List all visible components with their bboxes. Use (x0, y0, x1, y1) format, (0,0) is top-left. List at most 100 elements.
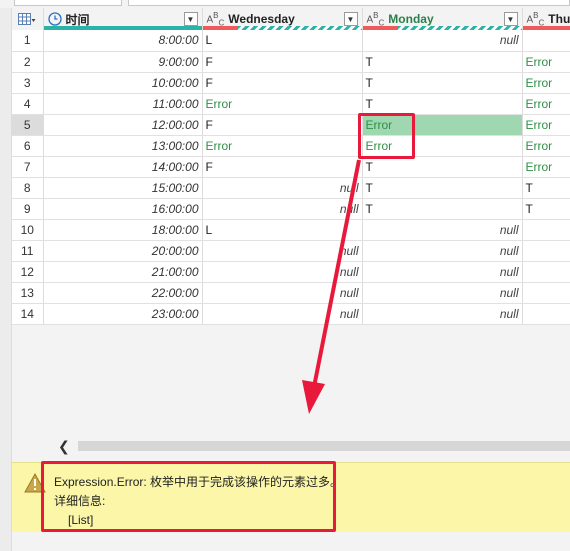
scroll-left-arrow-icon[interactable]: ❮ (58, 438, 70, 455)
cell-monday[interactable]: T (362, 51, 523, 73)
cell-thursday[interactable]: T (522, 198, 570, 220)
cell-monday[interactable]: T (362, 93, 523, 115)
cell-wednesday[interactable]: F (202, 156, 363, 178)
cell-time[interactable]: 13:00:00 (43, 135, 203, 157)
row-number[interactable]: 7 (12, 156, 44, 178)
cell-wednesday[interactable]: null (202, 261, 363, 283)
cell-monday[interactable]: null (362, 303, 523, 325)
table-row[interactable]: 11 20:00:00 null null (12, 240, 570, 262)
row-number[interactable]: 11 (12, 240, 44, 262)
column-filter-dropdown[interactable]: ▼ (183, 12, 198, 26)
cell-monday[interactable]: null (362, 219, 523, 241)
cell-wednesday[interactable]: null (202, 303, 363, 325)
column-quality-bar (202, 26, 361, 30)
cell-monday[interactable]: T (362, 198, 523, 220)
table-row[interactable]: 14 23:00:00 null null (12, 303, 570, 325)
cell-wednesday[interactable]: F (202, 72, 363, 94)
table-row[interactable]: 8 15:00:00 null T T (12, 177, 570, 199)
cell-wednesday[interactable]: F (202, 51, 363, 73)
horizontal-scrollbar[interactable]: ❮ (44, 438, 570, 454)
row-number[interactable]: 3 (12, 72, 44, 94)
table-menu-button[interactable] (12, 8, 44, 30)
cell-time[interactable]: 21:00:00 (43, 261, 203, 283)
cell-thursday[interactable] (522, 282, 570, 304)
cell-time[interactable]: 10:00:00 (43, 72, 203, 94)
cell-time[interactable]: 12:00:00 (43, 114, 203, 136)
cell-wednesday[interactable]: L (202, 30, 363, 52)
table-row[interactable]: 4 11:00:00 Error T Error (12, 93, 570, 115)
row-number[interactable]: 4 (12, 93, 44, 115)
cell-wednesday[interactable]: L (202, 219, 363, 241)
cell-wednesday[interactable]: null (202, 198, 363, 220)
cell-monday[interactable]: T (362, 177, 523, 199)
cell-time[interactable]: 20:00:00 (43, 240, 203, 262)
cell-time[interactable]: 14:00:00 (43, 156, 203, 178)
cell-time[interactable]: 9:00:00 (43, 51, 203, 73)
cell-monday[interactable]: Error (362, 135, 523, 157)
table-row[interactable]: 1 8:00:00 L null (12, 30, 570, 52)
queries-pane-collapsed[interactable] (0, 8, 12, 551)
cell-thursday[interactable] (522, 303, 570, 325)
table-row[interactable]: 3 10:00:00 F T Error (12, 72, 570, 94)
row-number[interactable]: 13 (12, 282, 44, 304)
cell-monday[interactable]: T (362, 72, 523, 94)
cell-thursday[interactable] (522, 30, 570, 52)
cell-thursday[interactable] (522, 261, 570, 283)
table-icon (18, 12, 36, 25)
column-header-monday[interactable]: ABC Monday ▼ (362, 8, 523, 30)
table-row[interactable]: 12 21:00:00 null null (12, 261, 570, 283)
cell-thursday[interactable]: Error (522, 156, 570, 178)
cell-time[interactable]: 11:00:00 (43, 93, 203, 115)
row-number[interactable]: 8 (12, 177, 44, 199)
cell-thursday[interactable]: Error (522, 72, 570, 94)
cell-thursday[interactable]: Error (522, 51, 570, 73)
cell-monday[interactable]: null (362, 261, 523, 283)
row-number[interactable]: 9 (12, 198, 44, 220)
cell-monday-selected[interactable]: Error (362, 114, 523, 136)
row-number[interactable]: 1 (12, 30, 44, 52)
row-number[interactable]: 10 (12, 219, 44, 241)
cell-time[interactable]: 18:00:00 (43, 219, 203, 241)
cell-monday[interactable]: T (362, 156, 523, 178)
cell-time[interactable]: 16:00:00 (43, 198, 203, 220)
cell-wednesday[interactable]: null (202, 177, 363, 199)
cell-wednesday[interactable]: null (202, 240, 363, 262)
cell-thursday[interactable]: Error (522, 114, 570, 136)
column-filter-dropdown[interactable]: ▼ (503, 12, 518, 26)
cell-time[interactable]: 22:00:00 (43, 282, 203, 304)
cell-time[interactable]: 23:00:00 (43, 303, 203, 325)
table-row[interactable]: 7 14:00:00 F T Error (12, 156, 570, 178)
cell-monday[interactable]: null (362, 282, 523, 304)
row-number[interactable]: 12 (12, 261, 44, 283)
table-row[interactable]: 2 9:00:00 F T Error (12, 51, 570, 73)
cell-wednesday[interactable]: Error (202, 93, 363, 115)
row-number[interactable]: 5 (12, 114, 44, 136)
cell-thursday[interactable] (522, 240, 570, 262)
row-number[interactable]: 2 (12, 51, 44, 73)
error-details-value[interactable]: [List] (54, 511, 342, 530)
cell-monday[interactable]: null (362, 30, 523, 52)
scrollbar-thumb[interactable] (78, 441, 570, 451)
warning-icon (24, 473, 46, 493)
table-row[interactable]: 10 18:00:00 L null (12, 219, 570, 241)
row-number[interactable]: 6 (12, 135, 44, 157)
column-header-time[interactable]: 时间 ▼ (43, 8, 203, 30)
cell-monday[interactable]: null (362, 240, 523, 262)
cell-wednesday[interactable]: null (202, 282, 363, 304)
cell-thursday[interactable]: Error (522, 135, 570, 157)
cell-wednesday[interactable]: Error (202, 135, 363, 157)
table-row[interactable]: 6 13:00:00 Error Error Error (12, 135, 570, 157)
row-number[interactable]: 14 (12, 303, 44, 325)
table-row[interactable]: 13 22:00:00 null null (12, 282, 570, 304)
cell-wednesday[interactable]: F (202, 114, 363, 136)
cell-thursday[interactable]: Error (522, 93, 570, 115)
cell-time[interactable]: 15:00:00 (43, 177, 203, 199)
cell-thursday[interactable] (522, 219, 570, 241)
column-header-thursday[interactable]: ABC Thur (522, 8, 570, 30)
table-row-selected[interactable]: 5 12:00:00 F Error Error (12, 114, 570, 136)
cell-time[interactable]: 8:00:00 (43, 30, 203, 52)
column-filter-dropdown[interactable]: ▼ (343, 12, 358, 26)
table-row[interactable]: 9 16:00:00 null T T (12, 198, 570, 220)
cell-thursday[interactable]: T (522, 177, 570, 199)
column-header-wednesday[interactable]: ABC Wednesday ▼ (202, 8, 363, 30)
